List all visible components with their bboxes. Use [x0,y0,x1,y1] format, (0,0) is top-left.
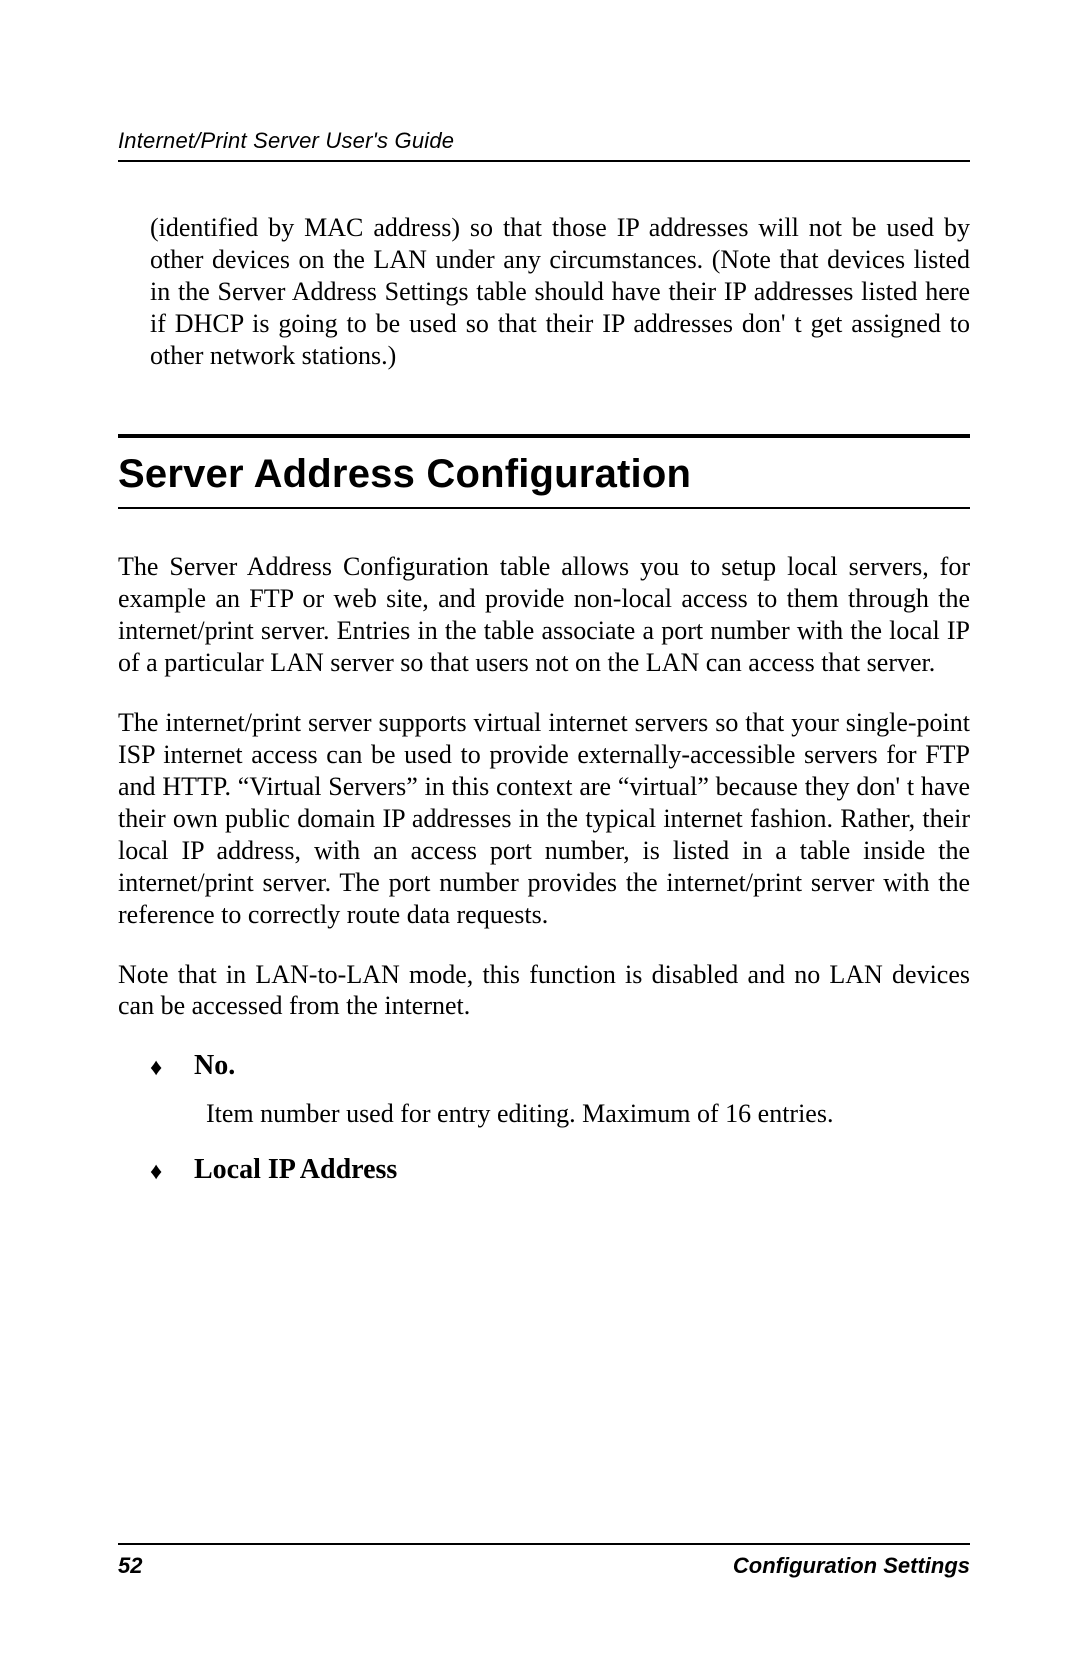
section-rule-thin [118,507,970,509]
footer-rule [118,1543,970,1545]
section-rule-thick [118,434,970,438]
field-label: Local IP Address [194,1154,970,1186]
footer-section-name: Configuration Settings [733,1553,970,1579]
page-content: Internet/Print Server User's Guide (iden… [118,128,970,1565]
running-header: Internet/Print Server User's Guide [118,128,970,154]
field-list: ♦ No. Item number used for entry editing… [150,1050,970,1186]
field-description: Item number used for entry editing. Maxi… [206,1098,970,1130]
list-item: ♦ No. Item number used for entry editing… [150,1050,970,1130]
body-paragraph: Note that in LAN-to-LAN mode, this funct… [118,959,970,1023]
section-heading: Server Address Configuration [118,452,970,497]
diamond-bullet-icon: ♦ [150,1056,162,1080]
body-paragraph: The internet/print server supports virtu… [118,707,970,931]
continuation-paragraph: (identified by MAC address) so that thos… [150,212,970,372]
body-paragraph: The Server Address Configuration table a… [118,551,970,679]
page-footer: 52 Configuration Settings [118,1543,970,1579]
list-item: ♦ Local IP Address [150,1154,970,1186]
page-number: 52 [118,1553,142,1579]
diamond-bullet-icon: ♦ [150,1160,162,1184]
field-label: No. [194,1050,970,1082]
header-rule [118,160,970,162]
